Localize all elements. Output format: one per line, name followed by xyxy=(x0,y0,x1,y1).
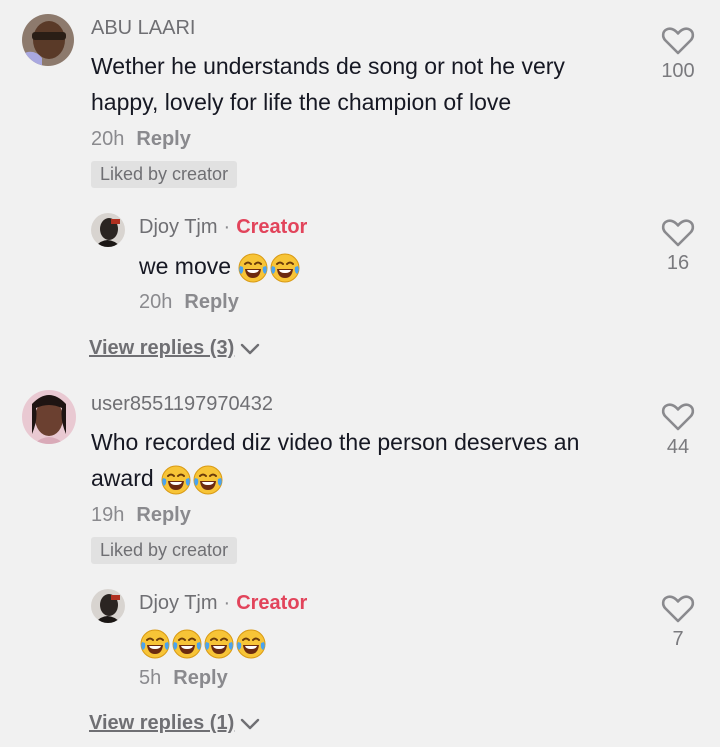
reply-text xyxy=(139,624,267,660)
heart-outline-icon[interactable] xyxy=(661,402,695,432)
comment-meta: 20h Reply xyxy=(91,128,191,151)
reply-button[interactable]: Reply xyxy=(173,667,227,689)
creator-avatar[interactable] xyxy=(91,213,125,247)
creator-label: Creator xyxy=(236,592,308,614)
view-replies-link[interactable]: View replies (3) xyxy=(89,337,260,360)
laughing-emoji-icon xyxy=(192,464,224,496)
reply-text-content: we move xyxy=(139,253,232,279)
like-column: 44 xyxy=(648,402,708,459)
reply-button[interactable]: Reply xyxy=(184,291,238,313)
reply-username[interactable]: Djoy Tjm xyxy=(139,216,218,238)
comment-text: Who recorded diz video the person deserv… xyxy=(91,424,636,496)
view-replies-label: View replies (1) xyxy=(89,712,235,734)
chevron-down-icon xyxy=(241,343,260,354)
creator-avatar[interactable] xyxy=(91,589,125,623)
reply-time: 20h xyxy=(139,291,173,313)
laughing-emoji-icon xyxy=(269,252,301,284)
liked-by-creator-badge: Liked by creator xyxy=(91,537,238,564)
comment-time: 20h xyxy=(91,128,125,150)
laughing-emoji-icon xyxy=(160,464,192,496)
separator: · xyxy=(223,592,231,614)
reply-button[interactable]: Reply xyxy=(136,128,190,150)
like-column: 100 xyxy=(648,26,708,83)
reply-like-column: 7 xyxy=(648,594,708,651)
laughing-emoji-icon xyxy=(235,628,267,660)
reply-like-column: 16 xyxy=(648,218,708,275)
reply-text: we move xyxy=(139,248,301,284)
reply-meta: 20h Reply xyxy=(139,291,239,314)
heart-outline-icon[interactable] xyxy=(661,26,695,56)
comment-time: 19h xyxy=(91,504,125,526)
like-count: 16 xyxy=(666,252,690,274)
avatar[interactable] xyxy=(22,390,76,444)
view-replies-link[interactable]: View replies (1) xyxy=(89,712,260,735)
reply-username-line: Djoy Tjm · Creator xyxy=(139,216,307,239)
reply-button[interactable]: Reply xyxy=(136,504,190,526)
reply-meta: 5h Reply xyxy=(139,667,228,690)
view-replies-label: View replies (3) xyxy=(89,337,235,359)
liked-by-creator-badge: Liked by creator xyxy=(91,161,238,188)
comment-meta: 19h Reply xyxy=(91,504,191,527)
heart-outline-icon[interactable] xyxy=(661,594,695,624)
laughing-emoji-icon xyxy=(237,252,269,284)
laughing-emoji-icon xyxy=(203,628,235,660)
heart-outline-icon[interactable] xyxy=(661,218,695,248)
chevron-down-icon xyxy=(241,718,260,729)
like-count: 100 xyxy=(661,60,695,82)
reply-username-line: Djoy Tjm · Creator xyxy=(139,592,307,615)
comment-thread-1: ABU LAARI Wether he understands de song … xyxy=(0,0,720,372)
comment-username[interactable]: user8551197970432 xyxy=(91,393,273,416)
laughing-emoji-icon xyxy=(139,628,171,660)
like-count: 7 xyxy=(672,628,684,650)
like-count: 44 xyxy=(666,436,690,458)
laughing-emoji-icon xyxy=(171,628,203,660)
avatar[interactable] xyxy=(22,14,74,66)
comment-username[interactable]: ABU LAARI xyxy=(91,17,195,40)
creator-label: Creator xyxy=(236,216,308,238)
reply-username[interactable]: Djoy Tjm xyxy=(139,592,218,614)
comment-thread-2: user8551197970432 Who recorded diz video… xyxy=(0,376,720,747)
comment-text: Wether he understands de song or not he … xyxy=(91,53,565,115)
separator: · xyxy=(223,216,231,238)
reply-time: 5h xyxy=(139,667,162,689)
